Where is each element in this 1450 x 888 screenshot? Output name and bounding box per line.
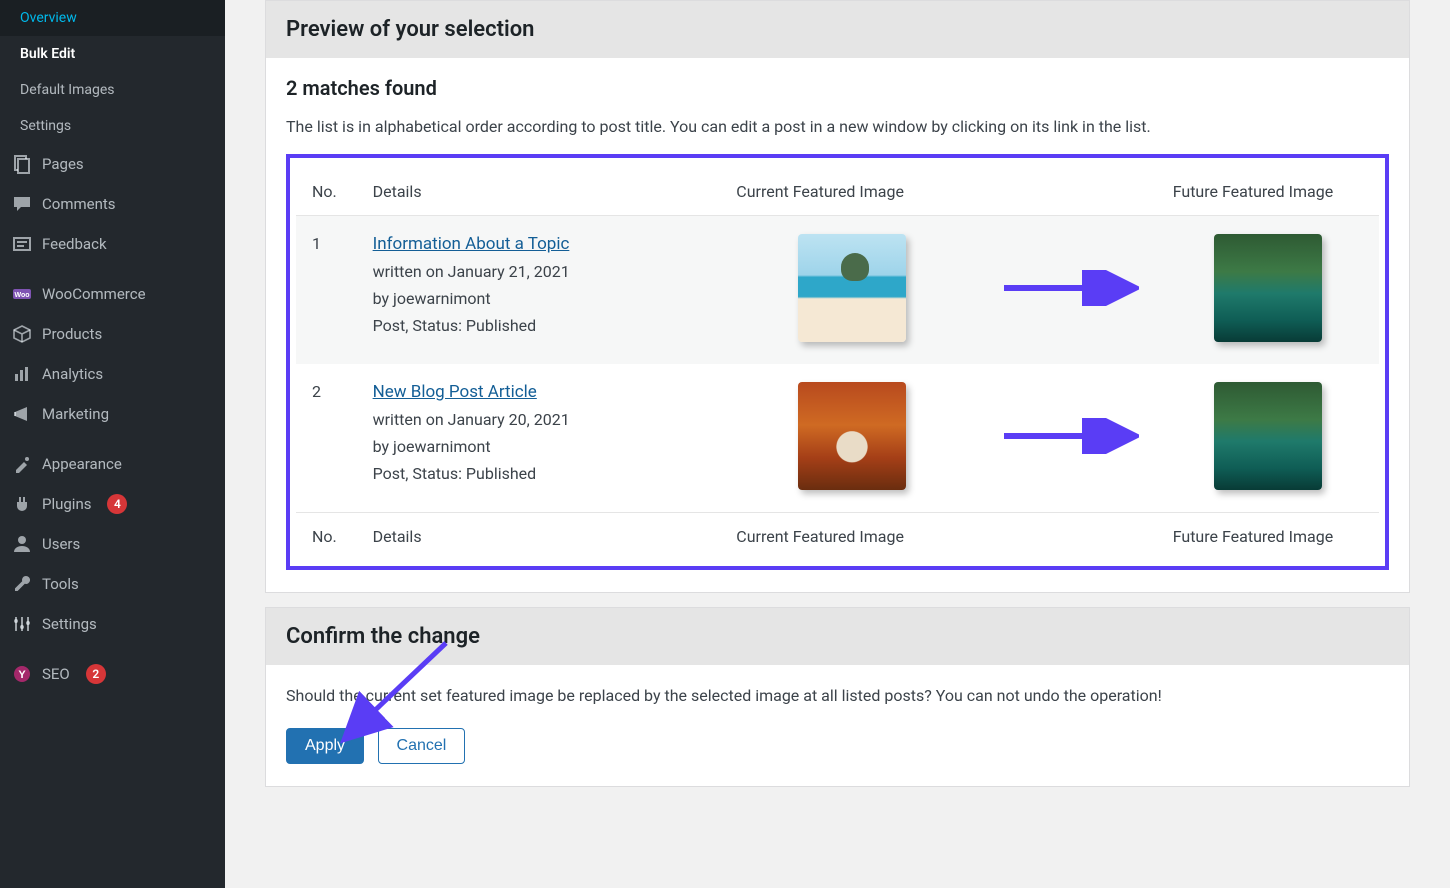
matches-found: 2 matches found <box>286 76 1389 100</box>
sidebar-item-label: Marketing <box>42 405 109 423</box>
current-featured-image <box>798 234 906 342</box>
sidebar-sub-item[interactable]: Overview <box>0 0 225 36</box>
sidebar-item-label: Users <box>42 535 80 553</box>
row-number: 1 <box>296 215 357 364</box>
preview-description: The list is in alphabetical order accord… <box>286 114 1389 140</box>
sidebar-item-marketing[interactable]: Marketing <box>0 394 225 434</box>
post-title-link[interactable]: New Blog Post Article <box>373 382 537 402</box>
sidebar-item-users[interactable]: Users <box>0 524 225 564</box>
sidebar-item-feedback[interactable]: Feedback <box>0 224 225 264</box>
arrow-right-icon <box>999 418 1139 454</box>
col-no: No. <box>296 168 357 216</box>
post-status: Post, Status: Published <box>373 460 705 487</box>
preview-table: No. Details Current Featured Image Futur… <box>296 168 1379 560</box>
sidebar-item-label: Appearance <box>42 455 122 473</box>
sidebar-item-seo[interactable]: Y SEO 2 <box>0 654 225 694</box>
sidebar-item-label: Bulk Edit <box>20 46 75 62</box>
table-row: 2 New Blog Post Article written on January… <box>296 364 1379 513</box>
sidebar-item-woocommerce[interactable]: Woo WooCommerce <box>0 274 225 314</box>
admin-sidebar: OverviewBulk EditDefault ImagesSettings … <box>0 0 225 888</box>
sidebar-item-label: Analytics <box>42 365 103 383</box>
confirm-panel: Confirm the change Should the current se… <box>265 607 1410 788</box>
settings-icon <box>12 614 32 634</box>
appearance-icon <box>12 454 32 474</box>
comments-icon <box>12 194 32 214</box>
col-details: Details <box>357 168 721 216</box>
marketing-icon <box>12 404 32 424</box>
sidebar-sub-item[interactable]: Settings <box>0 108 225 144</box>
seo-icon: Y <box>12 664 32 684</box>
sidebar-item-label: Feedback <box>42 235 107 253</box>
update-badge: 2 <box>86 664 106 684</box>
sidebar-item-label: Tools <box>42 575 79 593</box>
sidebar-item-label: Overview <box>20 10 77 26</box>
future-featured-image <box>1214 234 1322 342</box>
sidebar-item-comments[interactable]: Comments <box>0 184 225 224</box>
analytics-icon <box>12 364 32 384</box>
table-footer-row: No. Details Current Featured Image Futur… <box>296 512 1379 560</box>
row-number: 2 <box>296 364 357 513</box>
feedback-icon <box>12 234 32 254</box>
post-by: by joewarnimont <box>373 433 705 460</box>
preview-panel: Preview of your selection 2 matches foun… <box>265 0 1410 593</box>
sidebar-item-pages[interactable]: Pages <box>0 144 225 184</box>
arrow-right-icon <box>999 270 1139 306</box>
col-current: Current Featured Image <box>720 168 983 216</box>
sidebar-item-plugins[interactable]: Plugins 4 <box>0 484 225 524</box>
sidebar-item-settings[interactable]: Settings <box>0 604 225 644</box>
woo-icon: Woo <box>12 284 32 304</box>
current-featured-image <box>798 382 906 490</box>
sidebar-item-label: Comments <box>42 195 116 213</box>
sidebar-item-appearance[interactable]: Appearance <box>0 444 225 484</box>
sidebar-item-label: Settings <box>20 118 71 134</box>
sidebar-item-label: Default Images <box>20 82 114 98</box>
plugins-icon <box>12 494 32 514</box>
sidebar-item-label: WooCommerce <box>42 285 146 303</box>
confirm-description: Should the current set featured image be… <box>286 683 1389 709</box>
future-featured-image <box>1214 382 1322 490</box>
confirm-panel-header: Confirm the change <box>266 608 1409 665</box>
preview-table-highlight: No. Details Current Featured Image Futur… <box>286 154 1389 570</box>
svg-text:Y: Y <box>18 669 26 681</box>
update-badge: 4 <box>107 494 127 514</box>
cancel-button[interactable]: Cancel <box>378 728 466 764</box>
sidebar-item-label: Pages <box>42 155 84 173</box>
post-written-on: written on January 20, 2021 <box>373 406 705 433</box>
sidebar-item-tools[interactable]: Tools <box>0 564 225 604</box>
sidebar-item-products[interactable]: Products <box>0 314 225 354</box>
sidebar-sub-item[interactable]: Default Images <box>0 72 225 108</box>
post-status: Post, Status: Published <box>373 312 705 339</box>
sidebar-item-label: Settings <box>42 615 97 633</box>
tools-icon <box>12 574 32 594</box>
svg-text:Woo: Woo <box>14 292 29 299</box>
table-header-row: No. Details Current Featured Image Futur… <box>296 168 1379 216</box>
pages-icon <box>12 154 32 174</box>
users-icon <box>12 534 32 554</box>
sidebar-item-analytics[interactable]: Analytics <box>0 354 225 394</box>
table-row: 1 Information About a Topic written on Jan… <box>296 215 1379 364</box>
sidebar-item-label: SEO <box>42 665 70 683</box>
post-written-on: written on January 21, 2021 <box>373 258 705 285</box>
sidebar-sub-item[interactable]: Bulk Edit <box>0 36 225 72</box>
preview-panel-header: Preview of your selection <box>266 1 1409 58</box>
sidebar-item-label: Plugins <box>42 495 91 513</box>
main-content: Preview of your selection 2 matches foun… <box>225 0 1450 888</box>
col-future: Future Featured Image <box>1157 168 1379 216</box>
sidebar-item-label: Products <box>42 325 102 343</box>
post-by: by joewarnimont <box>373 285 705 312</box>
apply-button[interactable]: Apply <box>286 728 364 764</box>
products-icon <box>12 324 32 344</box>
post-title-link[interactable]: Information About a Topic <box>373 234 570 254</box>
